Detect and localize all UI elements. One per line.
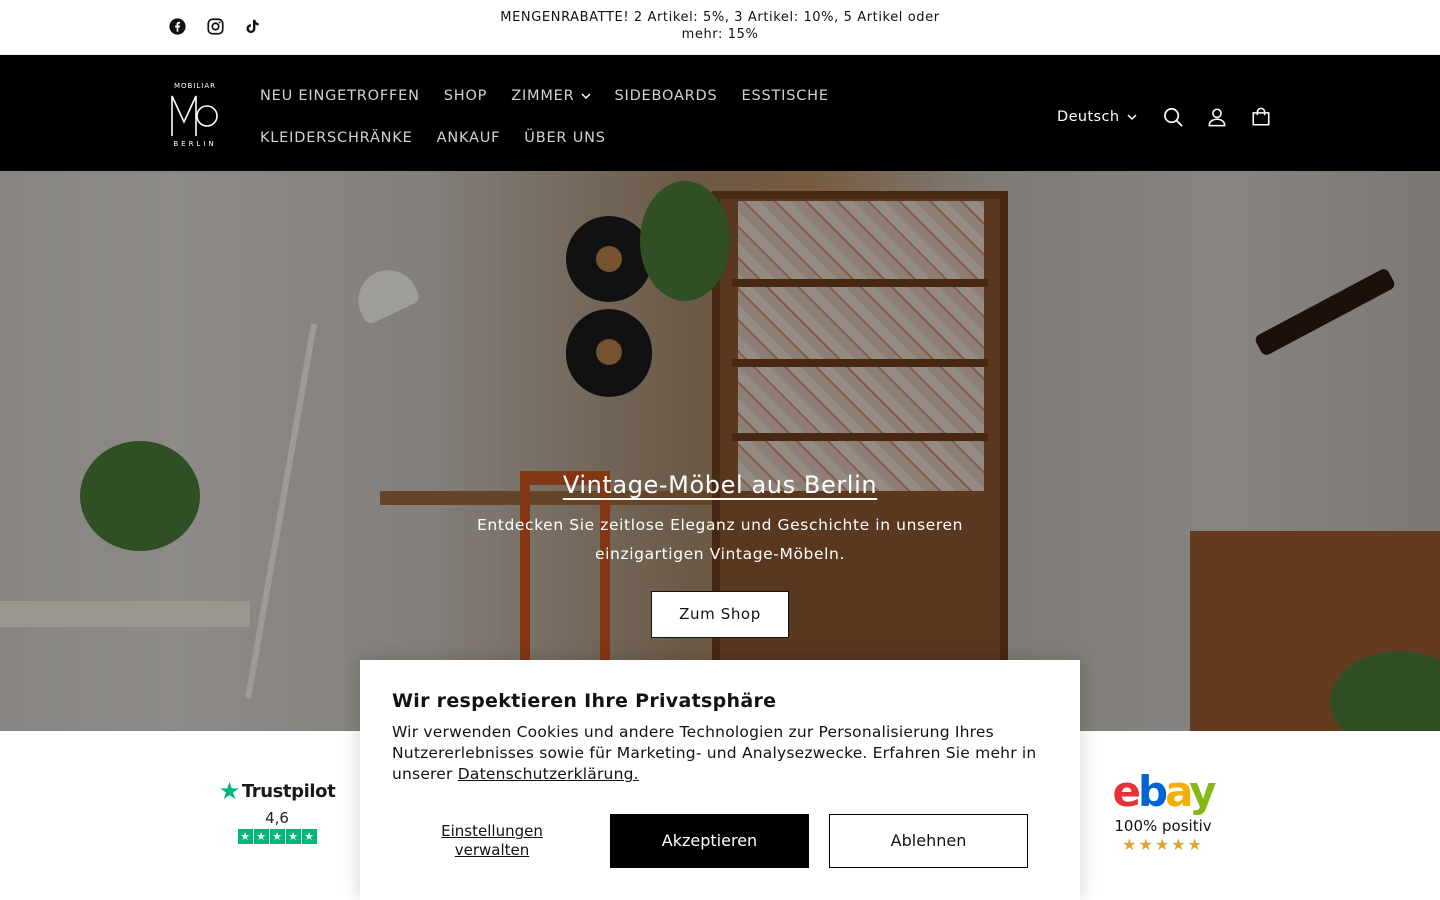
shop-button[interactable]: Zum Shop: [651, 591, 789, 638]
nav-item-esstische[interactable]: ESSTISCHE: [730, 78, 841, 114]
announcement-bar: MENGENRABATTE! 2 Artikel: 5%, 3 Artikel:…: [0, 0, 1440, 55]
accept-button[interactable]: Akzeptieren: [610, 814, 809, 868]
trustpilot-brand: Trustpilot: [241, 780, 336, 802]
trustpilot-star-icon: ★: [218, 777, 241, 805]
nav-item-kleiderschraenke[interactable]: KLEIDERSCHRÄNKE: [248, 120, 425, 156]
search-icon[interactable]: [1151, 97, 1195, 137]
hero-content: Vintage-Möbel aus Berlin Entdecken Sie z…: [420, 471, 1020, 638]
logo-bottom-text: BERLIN: [173, 140, 217, 148]
tiktok-icon[interactable]: [244, 17, 262, 35]
hero-banner: Vintage-Möbel aus Berlin Entdecken Sie z…: [0, 171, 1440, 731]
nav-item-ankauf[interactable]: ANKAUF: [425, 120, 513, 156]
site-logo[interactable]: MOBILIAR BERLIN: [168, 82, 222, 150]
ebay-stars: ★★★★★: [1122, 835, 1204, 854]
trustpilot-stars: ★ ★ ★ ★ ★: [222, 829, 332, 844]
nav-label: NEU EINGETROFFEN: [260, 88, 420, 104]
nav-item-neu-eingetroffen[interactable]: NEU EINGETROFFEN: [248, 78, 432, 114]
nav-label: ANKAUF: [436, 130, 501, 146]
cookie-text: Wir verwenden Cookies und andere Technol…: [392, 722, 1048, 785]
hero-title[interactable]: Vintage-Möbel aus Berlin: [563, 471, 877, 499]
account-icon[interactable]: [1195, 97, 1239, 137]
star-icon: ★: [285, 829, 301, 844]
hero-subtitle: Entdecken Sie zeitlose Eleganz und Gesch…: [476, 516, 964, 563]
manage-settings-button[interactable]: Einstellungen verwalten: [422, 822, 562, 860]
nav-label: ESSTISCHE: [741, 88, 829, 104]
header-actions: Deutsch: [1057, 97, 1283, 137]
nav-label: ZIMMER: [511, 88, 575, 104]
language-selector[interactable]: Deutsch: [1057, 109, 1138, 125]
cookie-title: Wir respektieren Ihre Privatsphäre: [392, 690, 777, 712]
nav-label: KLEIDERSCHRÄNKE: [260, 130, 413, 146]
nav-item-ueber-uns[interactable]: ÜBER UNS: [512, 120, 617, 156]
nav-label: ÜBER UNS: [524, 130, 606, 146]
star-icon: ★: [269, 829, 285, 844]
social-links: [168, 17, 262, 35]
privacy-policy-link[interactable]: Datenschutzerklärung.: [458, 765, 639, 783]
ebay-logo: ebay: [1112, 767, 1216, 816]
main-nav: NEU EINGETROFFEN SHOP ZIMMER SIDEBOARDS …: [248, 78, 1008, 156]
language-label: Deutsch: [1057, 109, 1120, 125]
star-icon: ★: [301, 829, 317, 844]
announcement-text: MENGENRABATTE! 2 Artikel: 5%, 3 Artikel:…: [500, 10, 940, 42]
nav-label: SIDEBOARDS: [614, 88, 718, 104]
nav-item-sideboards[interactable]: SIDEBOARDS: [603, 78, 730, 114]
logo-mark: [171, 95, 218, 136]
chevron-down-icon: [580, 92, 591, 99]
nav-label: SHOP: [443, 88, 488, 104]
ebay-feedback: 100% positiv: [1114, 817, 1212, 835]
star-icon: ★: [237, 829, 253, 844]
ebay-badge[interactable]: ebay 100% positiv ★★★★★: [1108, 767, 1218, 855]
hero-overlay: [0, 171, 1440, 731]
nav-item-zimmer[interactable]: ZIMMER: [499, 78, 602, 114]
trustpilot-rating: 4,6: [265, 809, 289, 827]
trustpilot-badge[interactable]: ★ Trustpilot 4,6 ★ ★ ★ ★ ★: [218, 777, 336, 844]
instagram-icon[interactable]: [206, 17, 224, 35]
cookie-banner: Wir respektieren Ihre Privatsphäre Wir v…: [360, 660, 1080, 900]
site-header: MOBILIAR BERLIN NEU EINGETROFFEN SHOP ZI…: [0, 55, 1440, 171]
star-icon: ★: [253, 829, 269, 844]
trustpilot-logo: ★ Trustpilot: [218, 777, 336, 805]
decline-button[interactable]: Ablehnen: [829, 814, 1028, 868]
logo-top-text: MOBILIAR: [173, 82, 217, 90]
chevron-down-icon: [1127, 113, 1138, 120]
nav-item-shop[interactable]: SHOP: [432, 78, 499, 114]
facebook-icon[interactable]: [168, 17, 186, 35]
cart-icon[interactable]: [1239, 97, 1283, 137]
cookie-actions: Einstellungen verwalten Akzeptieren Able…: [392, 814, 1048, 868]
